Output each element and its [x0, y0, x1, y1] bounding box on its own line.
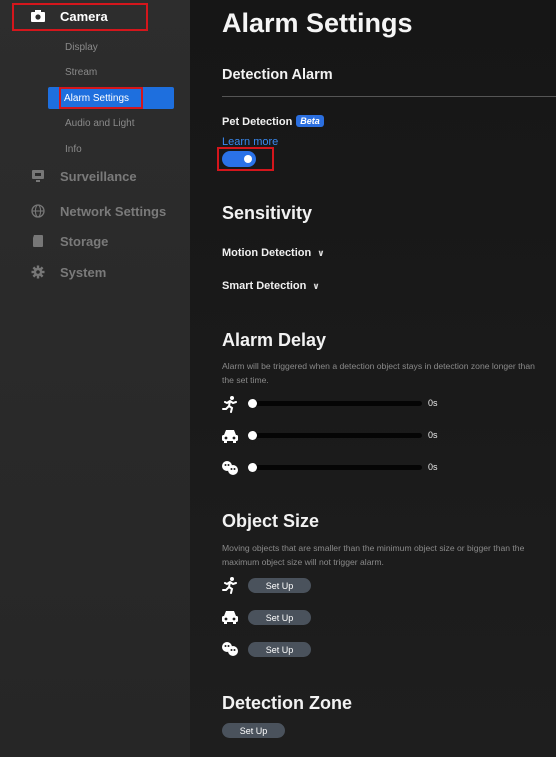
slider-handle[interactable] — [248, 431, 257, 440]
sidebar-item-label: Storage — [60, 233, 109, 249]
person-size-setup-button[interactable]: Set Up — [248, 578, 311, 593]
chevron-down-icon: ∨ — [317, 248, 325, 258]
object-size-heading: Object Size — [222, 511, 320, 531]
monitor-icon — [30, 168, 46, 184]
motion-detection-label: Motion Detection — [222, 247, 312, 259]
motion-detection-dropdown[interactable]: Motion Detection ∨ — [222, 247, 325, 259]
beta-badge: Beta — [296, 115, 324, 127]
pet-icon — [222, 461, 238, 475]
globe-icon — [30, 203, 46, 219]
pet-delay-value: 0s — [428, 462, 438, 472]
car-icon — [222, 430, 238, 443]
sidebar-item-system[interactable]: System — [30, 264, 106, 280]
chevron-down-icon: ∨ — [312, 281, 320, 291]
pet-icon — [222, 642, 238, 656]
sidebar-item-label: System — [60, 264, 107, 280]
sidebar-subitem-stream[interactable]: Stream — [65, 67, 97, 78]
toggle-highlight-box — [217, 147, 274, 171]
page-title: Alarm Settings — [222, 8, 413, 38]
storage-icon — [30, 233, 46, 249]
person-delay-value: 0s — [428, 398, 438, 408]
sidebar: Camera Display Stream Alarm Settings Aud… — [0, 0, 190, 757]
object-size-description: Moving objects that are smaller than the… — [222, 543, 525, 567]
main-content: Alarm Settings Detection Alarm Pet Detec… — [190, 0, 556, 757]
alarm-delay-description: Alarm will be triggered when a detection… — [222, 361, 535, 385]
pet-delay-slider[interactable] — [248, 465, 422, 470]
pet-detection-label: Pet Detection — [222, 116, 293, 128]
sensitivity-heading: Sensitivity — [222, 203, 313, 223]
vehicle-size-setup-button[interactable]: Set Up — [248, 610, 311, 625]
section-divider — [222, 96, 556, 97]
pet-detection-row: Pet Detection Beta — [222, 115, 324, 128]
sidebar-item-network-settings[interactable]: Network Settings — [30, 203, 166, 219]
gear-icon — [30, 264, 46, 280]
sidebar-subitem-audio-light[interactable]: Audio and Light — [65, 118, 135, 129]
vehicle-delay-slider[interactable] — [248, 433, 422, 438]
sidebar-item-label: Network Settings — [60, 203, 167, 219]
sidebar-item-storage[interactable]: Storage — [30, 233, 108, 249]
person-running-icon — [222, 396, 237, 413]
person-delay-slider[interactable] — [248, 401, 422, 406]
sidebar-subitem-display[interactable]: Display — [65, 42, 98, 53]
sidebar-item-surveillance[interactable]: Surveillance — [30, 168, 137, 184]
vehicle-delay-value: 0s — [428, 430, 438, 440]
smart-detection-label: Smart Detection — [222, 280, 307, 292]
sidebar-subitem-info[interactable]: Info — [65, 144, 82, 155]
pet-size-setup-button[interactable]: Set Up — [248, 642, 311, 657]
alarm-settings-highlight-box — [59, 87, 143, 109]
slider-handle[interactable] — [248, 463, 257, 472]
alarm-delay-heading: Alarm Delay — [222, 330, 327, 350]
person-running-icon — [222, 577, 237, 594]
slider-handle[interactable] — [248, 399, 257, 408]
detection-zone-heading: Detection Zone — [222, 693, 353, 713]
detection-alarm-heading: Detection Alarm — [222, 67, 333, 83]
detection-zone-setup-button[interactable]: Set Up — [222, 723, 285, 738]
camera-highlight-box — [12, 3, 148, 31]
car-icon — [222, 611, 238, 624]
smart-detection-dropdown[interactable]: Smart Detection ∨ — [222, 280, 320, 292]
sidebar-item-label: Surveillance — [60, 168, 137, 184]
